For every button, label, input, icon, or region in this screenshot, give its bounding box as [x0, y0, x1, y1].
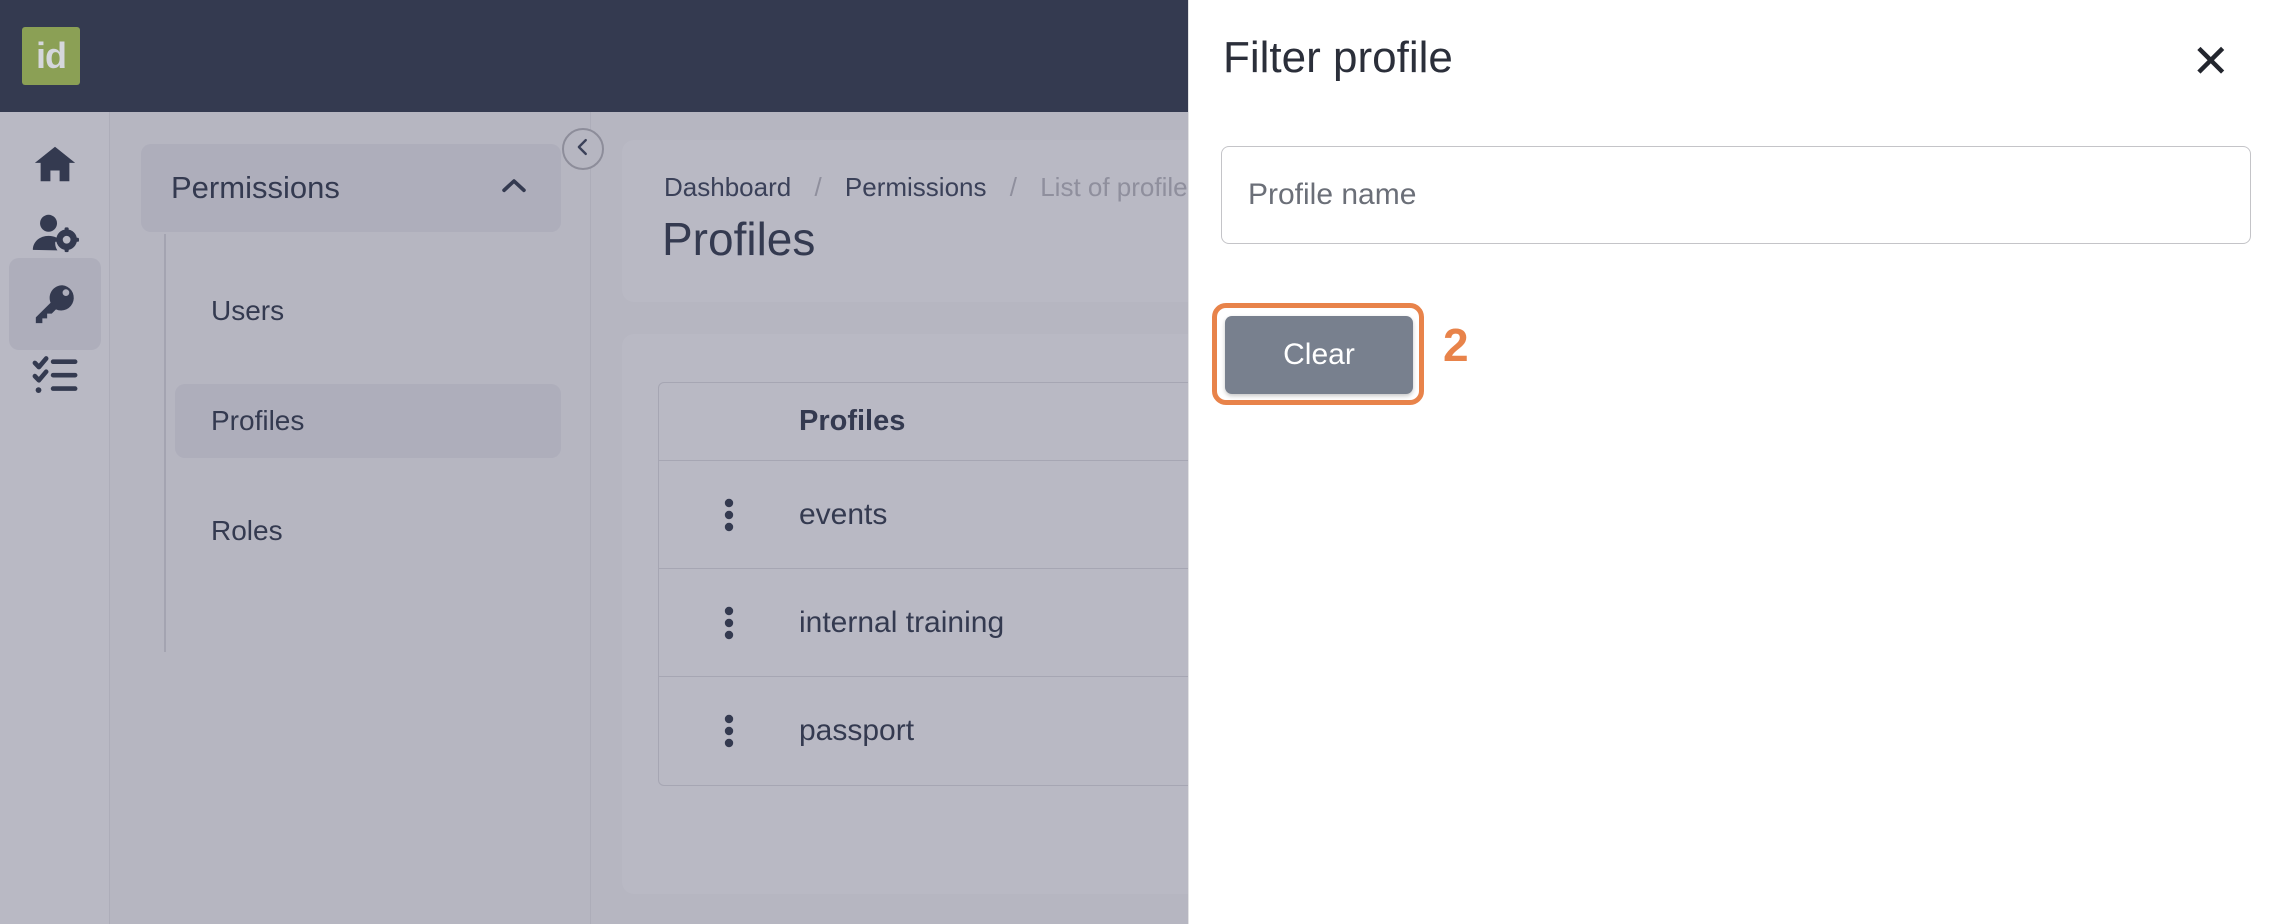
filter-profile-panel: Filter profile ✕: [1188, 0, 2282, 924]
page-title: Profiles: [662, 212, 815, 266]
row-menu-button[interactable]: [659, 714, 799, 748]
home-icon: [32, 141, 78, 187]
sidebar-collapse-button[interactable]: [562, 128, 604, 170]
breadcrumb-item-current: List of profiles: [1040, 172, 1200, 202]
app-root: id: [0, 0, 2282, 924]
close-icon[interactable]: ✕: [2191, 38, 2230, 84]
breadcrumb: Dashboard / Permissions / List of profil…: [664, 172, 1201, 203]
key-icon: [32, 281, 78, 327]
profile-name-input[interactable]: [1221, 146, 2251, 244]
sidebar-item-label: Users: [211, 295, 284, 327]
breadcrumb-item-dashboard[interactable]: Dashboard: [664, 172, 791, 202]
kebab-menu-icon: [724, 714, 734, 748]
sidebar-item-label: Profiles: [211, 405, 304, 437]
panel-title: Filter profile: [1223, 33, 1453, 83]
app-logo[interactable]: id: [22, 27, 80, 85]
checklist-icon: [32, 351, 78, 397]
sidebar-item-roles[interactable]: Roles: [175, 494, 561, 568]
table-cell-profile-name: passport: [799, 714, 914, 748]
breadcrumb-separator: /: [1010, 172, 1017, 202]
clear-button[interactable]: Clear: [1225, 316, 1413, 394]
sidebar-nav: Permissions Users Profiles Roles: [111, 112, 591, 924]
sidebar-group-rail: [164, 234, 166, 652]
icon-rail: [0, 112, 110, 924]
row-menu-button[interactable]: [659, 606, 799, 640]
sidebar-group-label: Permissions: [171, 170, 340, 206]
annotation-step-number: 2: [1443, 318, 1469, 372]
sidebar-item-users[interactable]: Users: [175, 274, 561, 348]
sidebar-group-permissions[interactable]: Permissions: [141, 144, 561, 232]
kebab-menu-icon: [724, 606, 734, 640]
table-cell-profile-name: internal training: [799, 606, 1004, 640]
rail-item-tasks[interactable]: [9, 328, 101, 420]
kebab-menu-icon: [724, 498, 734, 532]
table-column-header-profiles: Profiles: [799, 405, 905, 438]
sidebar-item-label: Roles: [211, 515, 283, 547]
chevron-up-icon: [497, 169, 531, 208]
breadcrumb-separator: /: [814, 172, 821, 202]
breadcrumb-item-permissions[interactable]: Permissions: [845, 172, 987, 202]
sidebar-item-profiles[interactable]: Profiles: [175, 384, 561, 458]
clear-button-highlight: Clear: [1212, 303, 1424, 405]
row-menu-button[interactable]: [659, 498, 799, 532]
table-cell-profile-name: events: [799, 498, 887, 532]
user-settings-icon: [31, 210, 79, 258]
chevron-left-icon: [572, 136, 594, 163]
